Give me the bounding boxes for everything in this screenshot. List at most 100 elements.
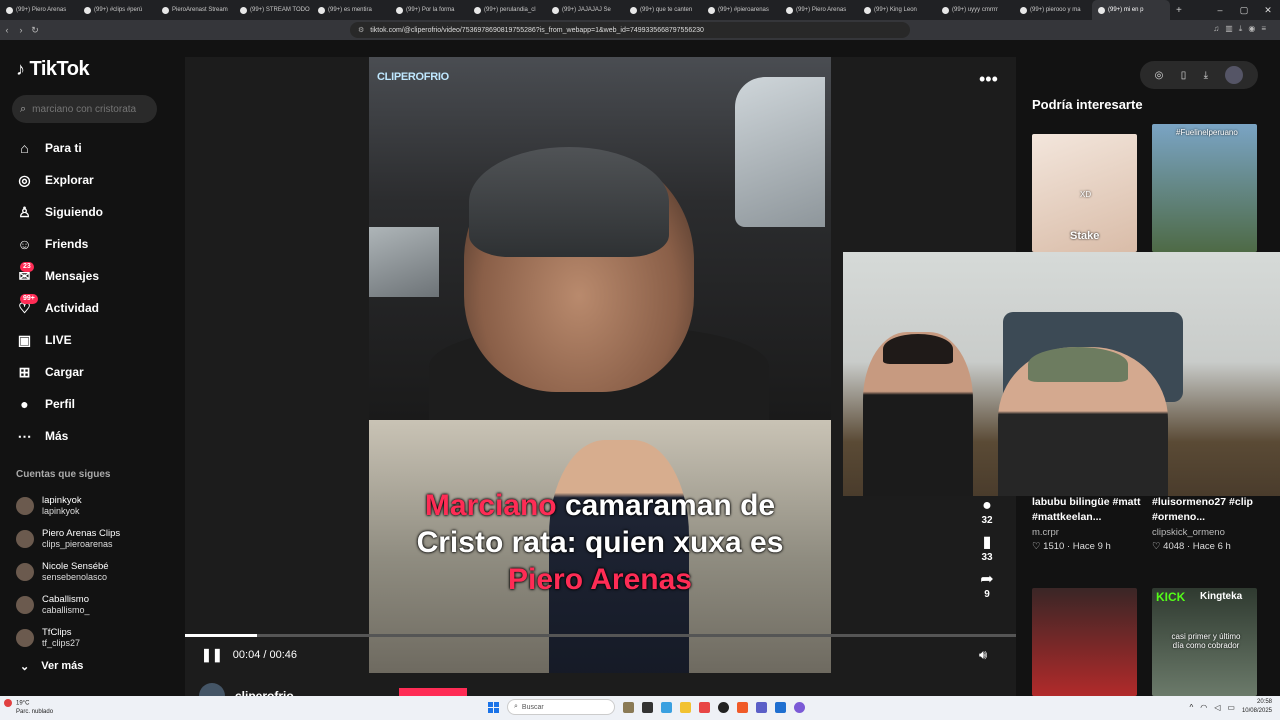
nav-item-explorar[interactable]: ◎ Explorar	[0, 164, 185, 196]
see-more-button[interactable]: ⌄ Ver más	[20, 660, 83, 673]
following-item[interactable]: TfClips tf_clips27	[16, 621, 181, 654]
browser-tab[interactable]: (99+) perulandia_cl	[468, 0, 546, 20]
new-tab-button[interactable]: +	[1170, 5, 1188, 16]
following-item[interactable]: lapinkyok lapinkyok	[16, 489, 181, 522]
download-app-icon[interactable]: ⤓	[1204, 70, 1208, 81]
copilot-icon[interactable]	[661, 701, 672, 713]
progress-bar[interactable]	[185, 634, 1016, 637]
menu-icon[interactable]: ≡	[1261, 24, 1266, 34]
nav-item-friends[interactable]: ☺ Friends	[0, 228, 185, 260]
browser-tab[interactable]: PieroArenast Stream	[156, 0, 234, 20]
weather-widget[interactable]: 19°C Parc. nublado	[4, 699, 53, 716]
app-icon[interactable]	[775, 701, 786, 713]
nav-label: LIVE	[45, 333, 72, 347]
nav-item-actividad[interactable]: ♡ 99+ Actividad	[0, 292, 185, 324]
browser-tab[interactable]: (99+) Piero Arenas	[780, 0, 858, 20]
maximize-button[interactable]: ▢	[1232, 0, 1256, 20]
nav-item-mensajes[interactable]: ✉ 23 Mensajes	[0, 260, 185, 292]
recommendation-info[interactable]: labubu bilingüe #matt #mattkeelan... m.c…	[1032, 495, 1142, 552]
browser-tab[interactable]: (99+) uyyy cmrrrr	[936, 0, 1014, 20]
browser-tab[interactable]: (99+) #pieroarenas	[702, 0, 780, 20]
close-window-button[interactable]: ✕	[1256, 0, 1280, 20]
extension-icon[interactable]: ♫	[1213, 24, 1219, 34]
search-icon[interactable]: ⌕	[20, 103, 26, 116]
browser-tab[interactable]: (99+) Por la forma	[390, 0, 468, 20]
clock[interactable]: 20:58 10/08/2025	[1242, 698, 1272, 716]
webcam-overlay	[843, 252, 1280, 496]
browser-tab[interactable]: (99+) #clips #perú	[78, 0, 156, 20]
browser-tab[interactable]: (99+) JAJAJAJ Se	[546, 0, 624, 20]
header-tools: ◎ ▯ ⤓	[1140, 61, 1258, 89]
tiktok-logo[interactable]: ♪ TikTok	[16, 58, 90, 81]
thumb-text: casi primer y último día como cobrador	[1171, 632, 1241, 650]
chevron-up-icon[interactable]: ^	[1190, 703, 1194, 712]
windows-start-icon[interactable]	[488, 701, 499, 713]
nav-item-live[interactable]: ▣ LIVE	[0, 324, 185, 356]
following-item[interactable]: Caballismo caballismo_	[16, 588, 181, 621]
bookmark-button[interactable]: ▮ 33	[975, 534, 999, 563]
tab-label: (99+) Piero Arenas	[16, 7, 67, 13]
minimize-button[interactable]: –	[1208, 0, 1232, 20]
thumb-text: XD	[1080, 190, 1092, 199]
nav-item-para-ti[interactable]: ⌂ Para ti	[0, 132, 185, 164]
browser-tab[interactable]: (99+) King Leon	[858, 0, 936, 20]
taskbar-search[interactable]: ⌕ Buscar	[507, 699, 615, 715]
following-item[interactable]: Piero Arenas Clips clips_pieroarenas	[16, 522, 181, 555]
profile-icon: ●	[20, 396, 29, 412]
app-icon[interactable]	[794, 701, 805, 713]
forward-icon[interactable]: ›	[14, 25, 28, 35]
reload-icon[interactable]: ↻	[28, 25, 42, 36]
nav-label: Más	[45, 429, 69, 443]
tab-favicon-icon	[786, 6, 793, 14]
browser-extensions: ♫ ▥ ⤓ ◉ ≡	[1213, 24, 1266, 34]
comment-button[interactable]: ● 32	[975, 497, 999, 526]
more-options-icon[interactable]: •••	[979, 69, 998, 90]
app-icon[interactable]	[699, 701, 710, 713]
app-icon[interactable]	[718, 701, 729, 713]
user-avatar[interactable]	[1225, 66, 1244, 84]
back-icon[interactable]: ‹	[0, 25, 14, 35]
compass-icon[interactable]: ◎	[1155, 70, 1164, 81]
pause-icon[interactable]: ❚❚	[201, 647, 223, 663]
recommendation-thumb[interactable]	[1032, 588, 1137, 696]
tab-favicon-icon	[552, 6, 559, 14]
recommendation-thumb[interactable]: #Fuelinelperuano	[1152, 124, 1257, 252]
search-box: ⌕	[12, 95, 157, 123]
url-field[interactable]: ⚙ tiktok.com/@cliperofrio/video/75369786…	[350, 22, 910, 38]
browser-tab[interactable]: (99+) pierooo y ma	[1014, 0, 1092, 20]
browser-tab[interactable]: (99+) mi en p	[1092, 0, 1170, 20]
brave-icon[interactable]	[737, 701, 748, 713]
phone-icon[interactable]: ▯	[1181, 70, 1187, 81]
volume-icon[interactable]: ◁	[1214, 703, 1220, 712]
volume-icon[interactable]: 🔊︎	[979, 647, 987, 663]
profile-icon[interactable]: ◉	[1248, 24, 1255, 34]
file-explorer-icon[interactable]	[680, 701, 691, 713]
nav-label: Friends	[45, 237, 89, 251]
browser-tab[interactable]: (99+) que te canten	[624, 0, 702, 20]
tab-favicon-icon	[240, 6, 247, 14]
nav-item-cargar[interactable]: ⊞ Cargar	[0, 356, 185, 388]
sidebar: ♪ TikTok ⌕ ⌂ Para ti ◎ Explorar ♙ Siguiendo ☺ F…	[0, 40, 185, 696]
nav-item-perfil[interactable]: ● Perfil	[0, 388, 185, 420]
widget-icon[interactable]	[623, 701, 634, 713]
teams-icon[interactable]	[756, 701, 767, 713]
following-item[interactable]: Nicole Sensébé sensebenolasco	[16, 555, 181, 588]
nav-item-siguiendo[interactable]: ♙ Siguiendo	[0, 196, 185, 228]
wifi-icon[interactable]: ◠	[1200, 703, 1207, 712]
nav-item-más[interactable]: ⋯ Más	[0, 420, 185, 452]
browser-tab[interactable]: (99+) Piero Arenas	[0, 0, 78, 20]
sidebar-icon[interactable]: ▥	[1225, 24, 1233, 34]
task-view-icon[interactable]	[642, 701, 653, 713]
browser-tab[interactable]: (99+) STREAM TODO	[234, 0, 312, 20]
search-input[interactable]	[32, 103, 148, 115]
browser-tab[interactable]: (99+) es mentira	[312, 0, 390, 20]
battery-icon[interactable]: ▭	[1227, 703, 1235, 712]
recommendation-info[interactable]: #luisormeno27 #clip #ormeno... clipskick…	[1152, 495, 1262, 552]
person-hair	[469, 147, 669, 257]
download-icon[interactable]: ⤓	[1239, 24, 1243, 34]
recommendation-thumb[interactable]: KICK Kingteka casi primer y último día c…	[1152, 588, 1257, 696]
site-info-icon[interactable]: ⚙	[358, 26, 364, 34]
share-button[interactable]: ➦ 9	[975, 571, 999, 600]
video-player[interactable]: CLIPEROFRIO Marciano camaraman de Cristo…	[369, 57, 831, 673]
recommendation-thumb[interactable]: XD Stake	[1032, 134, 1137, 252]
